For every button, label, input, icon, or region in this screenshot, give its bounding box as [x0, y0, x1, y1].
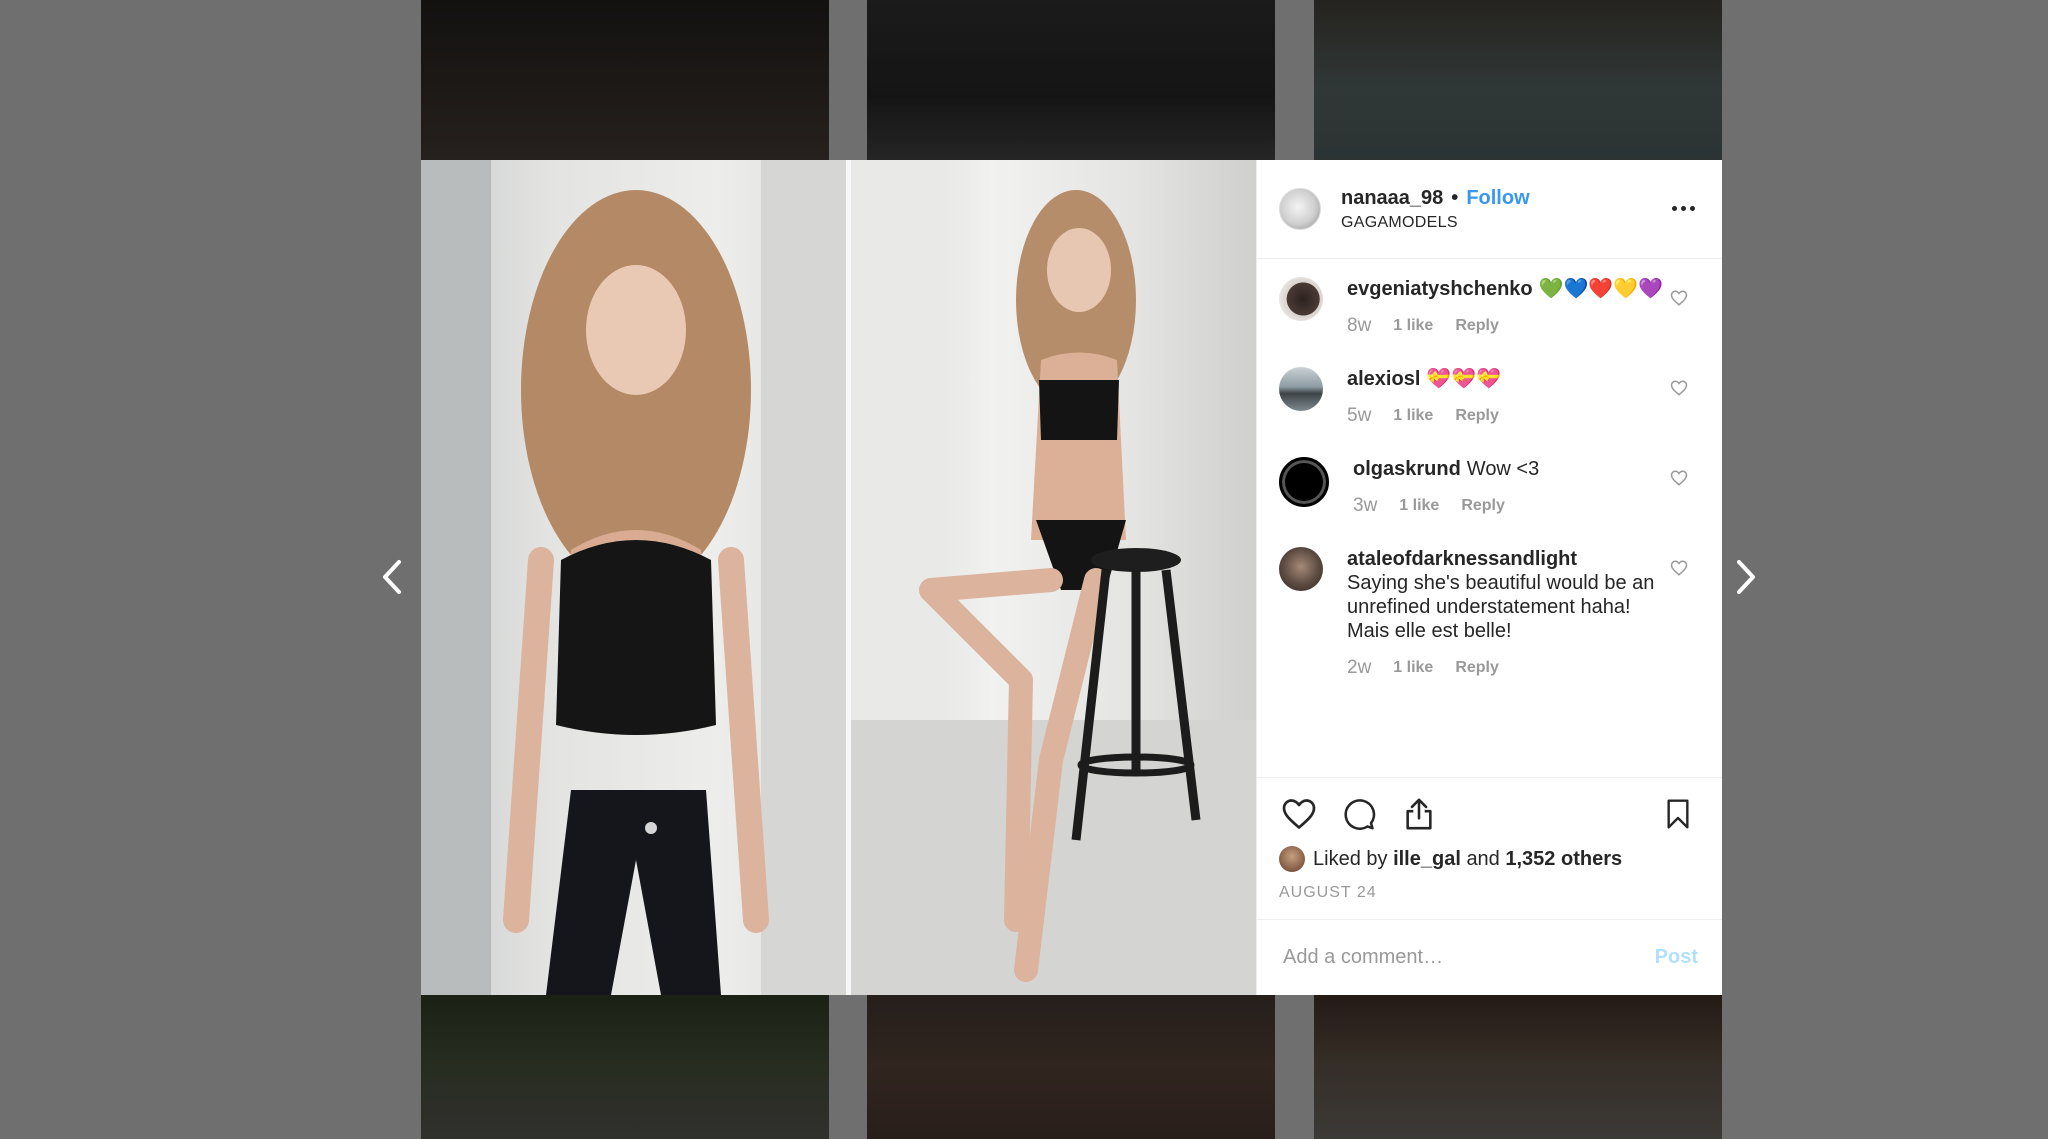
comment-item: ataleofdarknessandlight Saying she's beau…: [1279, 547, 1698, 679]
commenter-avatar[interactable]: [1279, 277, 1323, 321]
comment-heart-icon[interactable]: [1670, 289, 1688, 307]
author-username[interactable]: nanaaa_98: [1341, 187, 1443, 210]
post-photo-left: [421, 160, 846, 995]
model-standing-illustration: [421, 160, 846, 995]
comment-item: olgaskrund Wow <3 3w 1 like Reply: [1279, 457, 1698, 517]
commenter-username[interactable]: alexiosl: [1347, 368, 1420, 390]
chevron-right-icon: [1737, 560, 1755, 594]
commenter-username[interactable]: evgeniatyshchenko: [1347, 278, 1533, 300]
post-photo-right: [851, 160, 1256, 995]
comment-bubble-icon: [1344, 799, 1376, 830]
post-location[interactable]: GAGAMODELS: [1341, 214, 1530, 232]
post-actions: Liked by ille_gal and 1,352 others AUGUS…: [1257, 777, 1722, 919]
comment-heart-icon[interactable]: [1670, 469, 1688, 487]
reply-button[interactable]: Reply: [1455, 407, 1499, 425]
comment-like-count[interactable]: 1 like: [1399, 497, 1439, 515]
comment-like-count[interactable]: 1 like: [1393, 659, 1433, 677]
grid-thumbnail[interactable]: [867, 0, 1275, 160]
reply-button[interactable]: Reply: [1461, 497, 1505, 515]
commenter-avatar[interactable]: [1279, 367, 1323, 411]
grid-thumbnail[interactable]: [421, 0, 829, 160]
previous-post-button[interactable]: [372, 555, 412, 599]
more-options-icon[interactable]: [1668, 200, 1698, 216]
comment-heart-icon[interactable]: [1670, 559, 1688, 577]
like-button[interactable]: [1279, 794, 1319, 834]
likes-summary: Liked by ille_gal and 1,352 others: [1279, 846, 1698, 872]
commenter-username[interactable]: ataleofdarknessandlight: [1347, 548, 1577, 570]
comment-time[interactable]: 5w: [1347, 405, 1371, 427]
grid-thumbnail[interactable]: [1314, 0, 1722, 160]
commenter-avatar[interactable]: [1279, 457, 1329, 507]
reply-button[interactable]: Reply: [1455, 659, 1499, 677]
comment-button[interactable]: [1339, 794, 1379, 834]
comment-text: Saying she's beautiful would be an unref…: [1347, 572, 1655, 642]
share-button[interactable]: [1399, 794, 1439, 834]
commenter-username[interactable]: olgaskrund: [1353, 458, 1461, 480]
grid-thumbnail[interactable]: [1314, 995, 1722, 1139]
reply-button[interactable]: Reply: [1455, 317, 1499, 335]
post-media[interactable]: [421, 160, 1256, 995]
post-header: nanaaa_98 • Follow GAGAMODELS: [1257, 160, 1722, 259]
comment-text: 💝💝💝: [1426, 368, 1502, 390]
grid-thumbnail[interactable]: [421, 995, 829, 1139]
next-post-button[interactable]: [1726, 555, 1766, 599]
comment-time[interactable]: 3w: [1353, 495, 1377, 517]
comment-like-count[interactable]: 1 like: [1393, 317, 1433, 335]
comment-item: alexiosl 💝💝💝 5w 1 like Reply: [1279, 367, 1698, 427]
comment-time[interactable]: 8w: [1347, 315, 1371, 337]
comment-item: evgeniatyshchenko 💚💙❤️💛💜 8w 1 like Reply: [1279, 277, 1698, 337]
post-comment-button[interactable]: Post: [1655, 946, 1698, 969]
comment-text: 💚💙❤️💛💜: [1538, 278, 1664, 300]
add-comment-bar: Post: [1257, 919, 1722, 995]
liker-avatar[interactable]: [1279, 846, 1305, 872]
likes-others-link[interactable]: 1,352 others: [1505, 848, 1622, 871]
comment-time[interactable]: 2w: [1347, 657, 1371, 679]
bookmark-icon: [1667, 799, 1689, 829]
post-modal: nanaaa_98 • Follow GAGAMODELS evgeniatys…: [421, 160, 1722, 995]
comment-text: Wow <3: [1466, 458, 1540, 480]
follow-button[interactable]: Follow: [1466, 187, 1529, 210]
post-date[interactable]: AUGUST 24: [1279, 884, 1698, 902]
heart-icon: [1282, 799, 1316, 829]
save-button[interactable]: [1658, 794, 1698, 834]
grid-thumbnail[interactable]: [867, 995, 1275, 1139]
share-icon: [1406, 798, 1432, 830]
likes-prefix: Liked by: [1313, 847, 1388, 870]
likes-and: and: [1466, 847, 1500, 870]
comment-input[interactable]: [1281, 945, 1655, 970]
commenter-avatar[interactable]: [1279, 547, 1323, 591]
comment-list: evgeniatyshchenko 💚💙❤️💛💜 8w 1 like Reply …: [1257, 259, 1722, 777]
liker-username[interactable]: ille_gal: [1393, 848, 1461, 871]
post-sidebar: nanaaa_98 • Follow GAGAMODELS evgeniatys…: [1256, 160, 1722, 995]
author-avatar[interactable]: [1279, 188, 1321, 230]
chevron-left-icon: [383, 560, 401, 594]
comment-like-count[interactable]: 1 like: [1393, 407, 1433, 425]
comment-heart-icon[interactable]: [1670, 379, 1688, 397]
header-separator: •: [1451, 186, 1459, 209]
model-seated-illustration: [851, 160, 1256, 995]
